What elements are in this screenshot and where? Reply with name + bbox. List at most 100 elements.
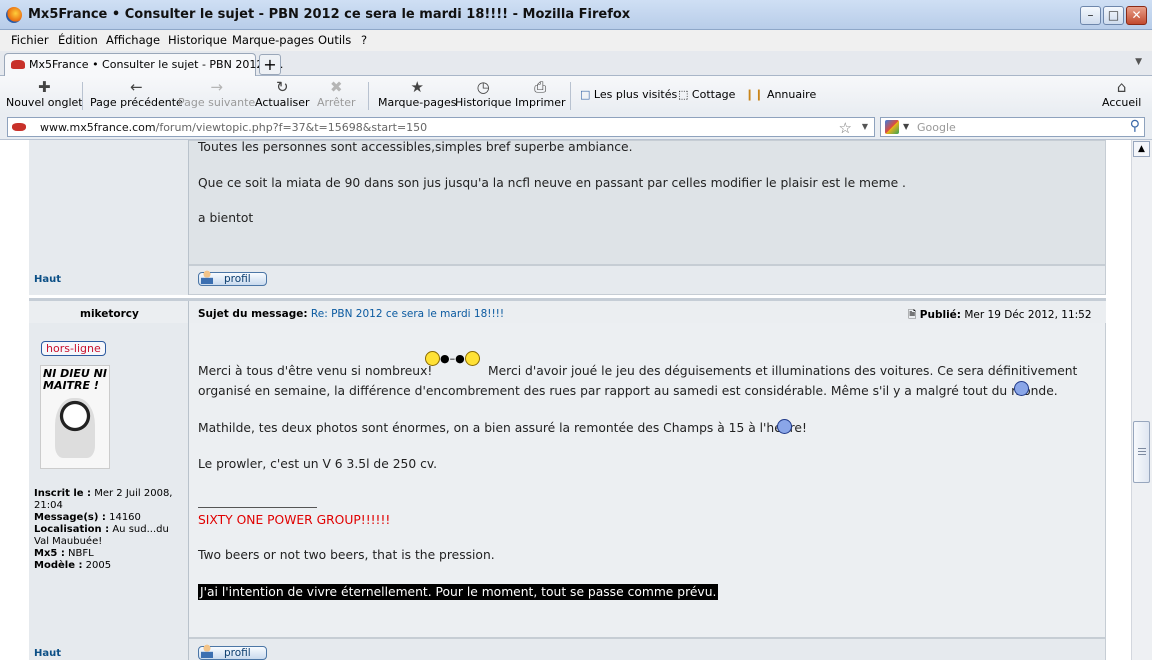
address-path: /forum/viewtopic.php?f=37&t=15698&start=… [155,121,428,134]
bookmarks-button[interactable]: ★ Marque-pages [378,78,456,109]
reload-button[interactable]: ↻ Actualiser [255,78,310,109]
scroll-grip-icon [1138,448,1146,449]
menu-outils[interactable]: Outils [318,33,351,47]
cheers-smiley-icon: ●–● [425,351,480,366]
bookmark-cottage[interactable]: ⬚ Cottage [678,88,735,101]
google-icon [885,120,899,134]
new-tab-label: Nouvel onglet [6,96,83,109]
bookmark-annuaire[interactable]: ❙❙ Annuaire [745,88,816,101]
post-text: Merci à tous d'être venu si nombreux! [198,364,433,378]
address-text: www.mx5france.com/forum/viewtopic.php?f=… [40,121,427,134]
forward-arrow-icon: → [210,78,223,96]
forward-button[interactable]: → Page suivante [178,78,255,109]
toolbar-separator [368,82,369,110]
annuaire-label: Annuaire [766,88,817,101]
tab-bar: Mx5France • Consulter le sujet - PBN 201… [0,51,1152,76]
profil-button[interactable]: profil [198,270,267,286]
tab-current[interactable]: Mx5France • Consulter le sujet - PBN 201… [4,53,283,76]
menu-help[interactable]: ? [361,33,367,47]
signature-divider [198,507,317,508]
new-tab-button[interactable]: + [259,54,281,75]
messages-value: 14160 [109,512,141,523]
site-favicon-icon [11,60,25,69]
profil-button[interactable]: profil [198,644,267,660]
bookmark-most-visited[interactable]: □ Les plus visités [580,88,677,101]
back-button[interactable]: ← Page précédente [90,78,183,109]
toolbar-separator [570,82,571,110]
home-icon: ⌂ [1116,78,1127,96]
back-label: Page précédente [90,96,183,109]
model-value: 2005 [85,560,112,571]
search-engine-chevron-icon[interactable]: ▼ [903,122,909,131]
menu-historique[interactable]: Historique [168,33,227,47]
history-button[interactable]: ◷ Historique [455,78,511,109]
profil-label: profil [224,273,251,285]
address-field[interactable]: www.mx5france.com/forum/viewtopic.php?f=… [7,117,875,137]
tab-list-chevron-icon[interactable]: ▼ [1135,57,1142,67]
close-button[interactable]: ✕ [1126,6,1147,25]
stop-button[interactable]: ✖ Arrêter [317,78,356,109]
user-profile-icon [201,644,213,658]
prev-post-line: Toutes les personnes sont accessibles,si… [198,140,633,154]
haut-link[interactable]: Haut [34,274,61,285]
scrollbar-thumb[interactable] [1133,421,1150,483]
prev-post-line: Que ce soit la miata de 90 dans son jus … [198,176,906,190]
subject-link[interactable]: Re: PBN 2012 ce sera le mardi 18!!!! [311,308,504,320]
post-text: Le prowler, c'est un V 6 3.5l de 250 cv. [198,457,438,471]
joined-label: Inscrit le : [34,488,92,499]
reload-label: Actualiser [255,96,310,109]
location-label: Localisation : [34,524,110,535]
messages-label: Message(s) : [34,512,106,523]
forward-label: Page suivante [178,96,256,109]
maximize-button[interactable]: □ [1103,6,1124,25]
post-author-name[interactable]: miketorcy [80,308,139,320]
new-tab-icon: ✚ [38,78,51,96]
dropdown-chevron-icon[interactable]: ▼ [862,122,868,131]
toolbar-separator [82,82,83,110]
previous-post-author-column [29,140,189,265]
previous-post-body [29,140,1106,265]
user-profile-icon [201,270,213,284]
published-label: Publié: [919,309,962,321]
document-icon: 🗎 [908,309,917,321]
signature-highlight: J'ai l'intention de vivre éternellement.… [198,584,719,600]
menu-affichage[interactable]: Affichage [106,33,160,47]
menu-edition[interactable]: Édition [58,33,98,47]
bookmarks-label: Marque-pages [378,96,457,109]
reload-icon: ↻ [275,78,289,96]
avatar-drawing [55,398,95,458]
clock-icon: ◷ [476,78,490,96]
mx5-value: NBFL [68,548,94,559]
haut-link[interactable]: Haut [34,648,61,659]
annuaire-icon: ❙❙ [745,88,764,101]
user-info: Inscrit le : Mer 2 Juil 2008, 21:04 Mess… [34,488,179,572]
mx5-label: Mx5 : [34,548,65,559]
most-visited-icon: □ [580,88,591,101]
address-domain: www.mx5france.com [40,121,156,134]
post-text: Merci d'avoir joué le jeu des déguisemen… [488,364,1078,378]
firefox-logo-icon [6,7,22,23]
status-badge: hors-ligne [41,341,106,356]
scroll-up-button[interactable]: ▲ [1133,141,1150,157]
menu-marque-pages[interactable]: Marque-pages [232,33,314,47]
most-visited-label: Les plus visités [593,88,678,101]
tab-label: Mx5France • Consulter le sujet - PBN 201… [29,58,284,71]
bookmark-star-icon[interactable]: ☆ [839,119,852,137]
page-content: Toutes les personnes sont accessibles,si… [0,140,1131,660]
minimize-button[interactable]: – [1080,6,1101,25]
search-icon[interactable]: ⚲ [1130,118,1140,134]
site-identity-icon [12,123,26,131]
home-button[interactable]: ⌂ Accueil [1102,78,1141,109]
previous-post-footer [29,265,1106,295]
stop-icon: ✖ [329,78,343,96]
menu-bar: Fichier Édition Affichage Historique Mar… [0,30,1152,51]
print-button[interactable]: ⎙ Imprimer [515,78,566,109]
search-field[interactable]: ▼ Google ⚲ [880,117,1145,137]
menu-fichier[interactable]: Fichier [11,33,49,47]
published-value: Mer 19 Déc 2012, 11:52 [964,309,1092,321]
vertical-scrollbar[interactable]: ▲ [1131,140,1152,660]
bookmarks-star-icon: ★ [410,78,424,96]
dashed-box-icon: ⬚ [678,88,689,101]
new-tab-toolbar-button[interactable]: ✚ Nouvel onglet [6,78,83,109]
model-label: Modèle : [34,560,83,571]
